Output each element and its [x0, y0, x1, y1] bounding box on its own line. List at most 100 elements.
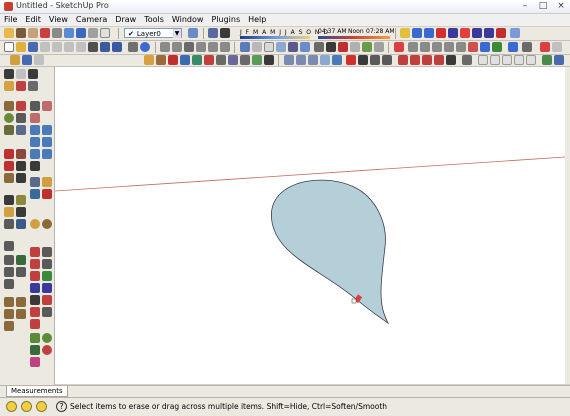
menu-draw[interactable]: Draw [111, 14, 140, 26]
scale-icon[interactable] [42, 125, 52, 135]
curve-16-icon[interactable] [30, 345, 40, 355]
redo-icon[interactable] [496, 28, 506, 38]
view-2-icon[interactable] [490, 55, 500, 65]
curve-11-icon[interactable] [30, 307, 40, 317]
tool-c-icon[interactable] [4, 309, 14, 319]
xray-icon[interactable] [240, 42, 250, 52]
from-contours-icon[interactable] [434, 55, 444, 65]
contours-icon[interactable] [4, 255, 14, 265]
vertical-scrollbar[interactable] [565, 67, 570, 384]
curve-6-icon[interactable] [42, 271, 52, 281]
components-icon[interactable] [64, 28, 74, 38]
curve-1-icon[interactable] [30, 247, 40, 257]
new-file-icon[interactable] [4, 42, 14, 52]
fog-icon[interactable] [436, 28, 446, 38]
fillet-icon[interactable] [264, 55, 274, 65]
measure-tool-icon[interactable] [168, 55, 178, 65]
view-4-icon[interactable] [514, 55, 524, 65]
smoove-left-icon[interactable] [4, 267, 14, 277]
orient-faces-icon[interactable] [240, 55, 250, 65]
cut-icon[interactable] [52, 42, 62, 52]
left-view-icon[interactable] [220, 42, 230, 52]
curve-3-icon[interactable] [30, 259, 40, 269]
scenes-icon[interactable] [22, 55, 32, 65]
zoom-window-icon[interactable] [492, 42, 502, 52]
group-icon[interactable] [180, 55, 190, 65]
curve-13-icon[interactable] [30, 319, 40, 329]
save-icon[interactable] [28, 42, 38, 52]
camera-icon[interactable] [52, 28, 62, 38]
viewport-canvas[interactable] [54, 67, 566, 384]
follow-me-icon[interactable] [350, 42, 360, 52]
scenes-left-icon[interactable] [4, 219, 14, 229]
sandbox-icon[interactable] [362, 42, 372, 52]
parallel-icon[interactable] [314, 42, 324, 52]
drape-left-icon[interactable] [4, 279, 14, 289]
menu-window[interactable]: Window [168, 14, 208, 26]
open-folder-icon[interactable] [16, 42, 26, 52]
curve-7-icon[interactable] [30, 283, 40, 293]
print-icon[interactable] [40, 42, 50, 52]
outer-shell-icon[interactable] [346, 55, 356, 65]
styles-left-icon[interactable] [4, 207, 14, 217]
outliner-icon[interactable] [34, 55, 44, 65]
menu-camera[interactable]: Camera [72, 14, 111, 26]
hidden-line-icon[interactable] [264, 42, 274, 52]
soften-edges-icon[interactable] [216, 55, 226, 65]
back-edges-icon[interactable] [460, 28, 470, 38]
flip-edge-icon[interactable] [422, 55, 432, 65]
fog-left-icon[interactable] [42, 219, 52, 229]
shadow-settings-icon[interactable] [208, 28, 218, 38]
sandbox-left-icon[interactable] [4, 241, 14, 251]
settings-left-icon[interactable] [30, 219, 40, 229]
materials-icon[interactable] [76, 28, 86, 38]
copy-icon[interactable] [64, 42, 74, 52]
measurements-tab[interactable]: Measurements [6, 386, 68, 397]
shadow-months[interactable]: J F M A M J J A S O N D [240, 29, 329, 36]
help-icon[interactable]: ? [56, 401, 67, 412]
redo-2-icon[interactable] [112, 42, 122, 52]
rotate-icon[interactable] [30, 113, 40, 123]
minimize-button[interactable]: – [520, 1, 530, 12]
shaded-texture-icon[interactable] [288, 42, 298, 52]
look-around-icon[interactable] [16, 173, 26, 183]
curve-9-icon[interactable] [30, 295, 40, 305]
components-left-icon[interactable] [4, 195, 14, 205]
solid-trim-icon[interactable] [308, 55, 318, 65]
solid-tools-icon[interactable] [358, 55, 368, 65]
eraser-left-icon[interactable] [16, 81, 26, 91]
curve-2-icon[interactable] [42, 247, 52, 257]
wireframe-icon[interactable] [252, 42, 262, 52]
monochrome-icon[interactable] [300, 42, 310, 52]
styles-icon[interactable] [88, 28, 98, 38]
position-left-icon[interactable] [42, 177, 52, 187]
curve-8-icon[interactable] [42, 283, 52, 293]
menu-plugins[interactable]: Plugins [207, 14, 244, 26]
zoom-left-icon[interactable] [42, 137, 52, 147]
layer-manager-icon[interactable] [188, 28, 198, 38]
undo-icon[interactable] [484, 28, 494, 38]
menu-tools[interactable]: Tools [140, 14, 168, 26]
section-plane-icon[interactable] [400, 28, 410, 38]
protractor-left-icon[interactable] [4, 161, 14, 171]
view-6-icon[interactable] [542, 55, 552, 65]
user-icon[interactable] [36, 401, 47, 412]
from-scratch-icon[interactable] [446, 55, 456, 65]
arc-icon[interactable] [16, 113, 26, 123]
rotate-tool-icon[interactable] [156, 55, 166, 65]
walk-icon[interactable] [338, 42, 348, 52]
axes-left-icon[interactable] [30, 161, 40, 171]
orbit-left-icon[interactable] [4, 173, 14, 183]
tool-a-icon[interactable] [4, 297, 14, 307]
section-fill-icon[interactable] [424, 28, 434, 38]
layers-left-icon[interactable] [16, 207, 26, 217]
paste-icon[interactable] [76, 42, 86, 52]
explode-icon[interactable] [192, 55, 202, 65]
layer-dropdown[interactable]: ✔ Layer0 ▼ [124, 28, 182, 38]
axes-icon[interactable] [444, 42, 454, 52]
text-left-icon[interactable] [16, 161, 26, 171]
add-detail-icon[interactable] [410, 55, 420, 65]
stamp-icon[interactable] [382, 55, 392, 65]
warehouse-left-icon[interactable] [42, 189, 52, 199]
text-icon[interactable] [432, 42, 442, 52]
